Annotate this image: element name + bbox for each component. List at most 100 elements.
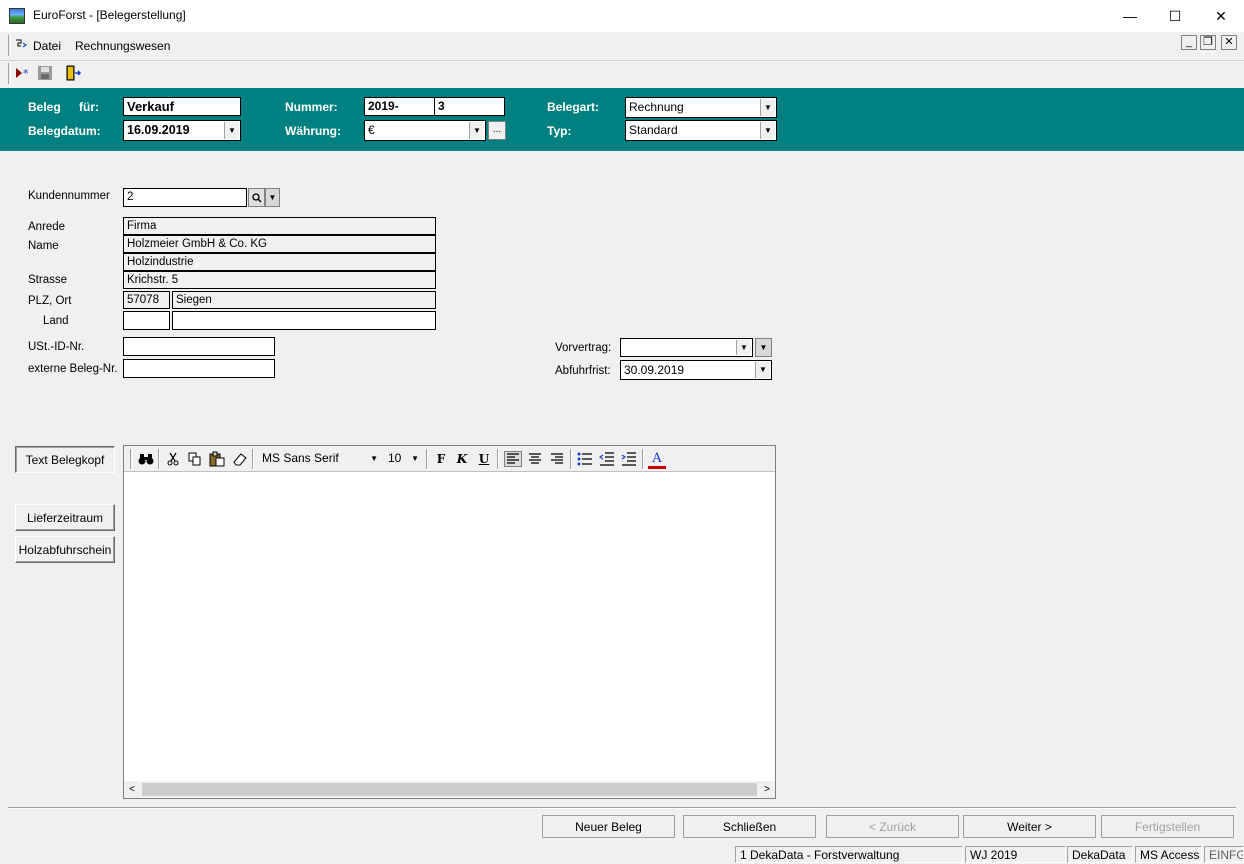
italic-button[interactable]: K	[453, 451, 471, 467]
cut-icon[interactable]	[164, 451, 182, 467]
scroll-left-icon[interactable]: <	[125, 783, 139, 796]
status-company: 1 DekaData - Forstverwaltung	[735, 846, 963, 863]
belegart-value: Rechnung	[629, 100, 684, 114]
chevron-down-icon[interactable]: ▼	[760, 122, 775, 139]
find-binoculars-icon[interactable]	[137, 451, 155, 467]
vorvertrag-select[interactable]: ▼	[620, 338, 753, 357]
decrease-indent-icon[interactable]	[598, 451, 616, 467]
zurueck-button[interactable]: < Zurück	[826, 815, 959, 838]
vorvertrag-label: Vorvertrag:	[555, 342, 612, 354]
toolbar-separator	[570, 449, 572, 469]
belegdatum-value: 16.09.2019	[127, 123, 190, 137]
nummer-field[interactable]: 3	[434, 97, 505, 116]
editor-content[interactable]	[127, 476, 767, 776]
waehrung-more-button[interactable]: ...	[488, 121, 506, 140]
chevron-down-icon: ▼	[268, 193, 277, 202]
ustid-field[interactable]	[123, 337, 275, 356]
title-bar	[0, 0, 1244, 32]
toolbar-grip	[8, 63, 11, 84]
schliessen-button[interactable]: Schließen	[683, 815, 816, 838]
chevron-down-icon[interactable]: ▼	[736, 340, 751, 355]
beleg-label: Beleg	[28, 100, 61, 114]
lieferzeitraum-button[interactable]: Lieferzeitraum	[15, 504, 115, 531]
menu-rechnungswesen-label: Rechnungswesen	[75, 39, 171, 53]
land-code-field[interactable]	[123, 311, 170, 330]
paste-icon[interactable]	[208, 451, 226, 467]
neuer-beleg-button[interactable]: Neuer Beleg	[542, 815, 675, 838]
externe-beleg-field[interactable]	[123, 359, 275, 378]
fuer-label: für:	[79, 100, 99, 114]
toolbar-separator	[497, 449, 499, 469]
weiter-button[interactable]: Weiter >	[963, 815, 1096, 838]
underline-button[interactable]: U	[475, 451, 493, 467]
toolbar-separator	[252, 449, 254, 469]
copy-icon[interactable]	[186, 451, 204, 467]
ort-field: Siegen	[172, 291, 436, 309]
vorvertrag-dropdown-button[interactable]: ▼	[755, 338, 772, 357]
toolbar	[0, 60, 1244, 88]
plzort-label: PLZ, Ort	[28, 295, 72, 307]
fertigstellen-button[interactable]: Fertigstellen	[1101, 815, 1234, 838]
font-color-icon[interactable]: A	[648, 451, 666, 469]
abfuhrfrist-picker[interactable]: 30.09.2019 ▼	[620, 360, 772, 380]
mdi-minimize-button[interactable]: _	[1181, 35, 1197, 50]
chevron-down-icon[interactable]: ▼	[224, 122, 239, 139]
nummer-prefix-field[interactable]: 2019-	[364, 97, 435, 116]
exit-door-icon[interactable]	[64, 64, 82, 82]
minimize-button[interactable]: —	[1107, 0, 1153, 32]
align-center-icon[interactable]	[526, 451, 544, 467]
editor-toolbar-grip	[130, 449, 133, 469]
bullet-list-icon[interactable]	[576, 451, 594, 467]
belegart-select[interactable]: Rechnung ▼	[625, 97, 777, 118]
menu-datei-label: Datei	[33, 39, 62, 53]
chevron-down-icon[interactable]: ▼	[755, 362, 770, 378]
scrollbar-thumb[interactable]	[142, 783, 757, 796]
app-icon	[9, 8, 25, 24]
land-field[interactable]	[172, 311, 436, 330]
waehrung-select[interactable]: € ▼	[364, 120, 486, 141]
mdi-child-icon[interactable]	[14, 37, 28, 51]
font-name-value: MS Sans Serif	[262, 451, 339, 465]
kundennummer-field[interactable]: 2	[123, 188, 247, 207]
font-size-value: 10	[388, 451, 402, 465]
save-icon[interactable]	[37, 65, 53, 81]
close-button[interactable]: ✕	[1198, 0, 1244, 32]
nummer-label: Nummer:	[285, 100, 338, 114]
increase-indent-icon[interactable]	[620, 451, 638, 467]
ustid-label: USt.-ID-Nr.	[28, 341, 85, 353]
chevron-down-icon[interactable]: ▼	[760, 99, 775, 116]
mdi-restore-button[interactable]: ❐	[1200, 35, 1216, 50]
chevron-down-icon: ▼	[411, 454, 419, 463]
kundennummer-dropdown-button[interactable]: ▼	[265, 188, 280, 207]
menu-rechnungswesen[interactable]: Rechnungswesen	[75, 39, 170, 53]
svg-text:*: *	[23, 67, 29, 80]
window-title: EuroForst - [Belegerstellung]	[33, 8, 186, 22]
belegdatum-label: Belegdatum:	[28, 124, 101, 138]
name-field: Holzmeier GmbH & Co. KG	[123, 235, 436, 253]
chevron-down-icon: ▼	[759, 343, 768, 352]
search-icon[interactable]	[248, 188, 265, 207]
holzabfuhrschein-button[interactable]: Holzabfuhrschein	[15, 536, 115, 563]
typ-select[interactable]: Standard ▼	[625, 120, 777, 141]
text-belegkopf-button[interactable]: Text Belegkopf	[15, 446, 115, 473]
align-left-icon[interactable]	[504, 451, 522, 467]
belegdatum-label-text: Belegdatum:	[28, 124, 101, 138]
strasse-label: Strasse	[28, 274, 67, 286]
font-size-select[interactable]: 10 ▼	[385, 449, 423, 468]
name2-field: Holzindustrie	[123, 253, 436, 271]
plz-field: 57078	[123, 291, 170, 309]
new-document-icon[interactable]: *	[14, 65, 32, 81]
maximize-button[interactable]: ☐	[1152, 0, 1198, 32]
mdi-close-button[interactable]: ✕	[1221, 35, 1237, 50]
menu-bar	[0, 32, 1244, 60]
bold-button[interactable]: F	[432, 451, 450, 467]
eraser-icon[interactable]	[231, 451, 249, 467]
typ-label: Typ:	[547, 124, 572, 138]
menu-datei[interactable]: Datei	[33, 39, 61, 53]
beleg-fuer-field[interactable]: Verkauf	[123, 97, 241, 116]
scroll-right-icon[interactable]: >	[760, 783, 774, 796]
belegdatum-picker[interactable]: 16.09.2019 ▼	[123, 120, 241, 141]
font-name-select[interactable]: MS Sans Serif ▼	[259, 449, 382, 468]
align-right-icon[interactable]	[548, 451, 566, 467]
chevron-down-icon[interactable]: ▼	[469, 122, 484, 139]
